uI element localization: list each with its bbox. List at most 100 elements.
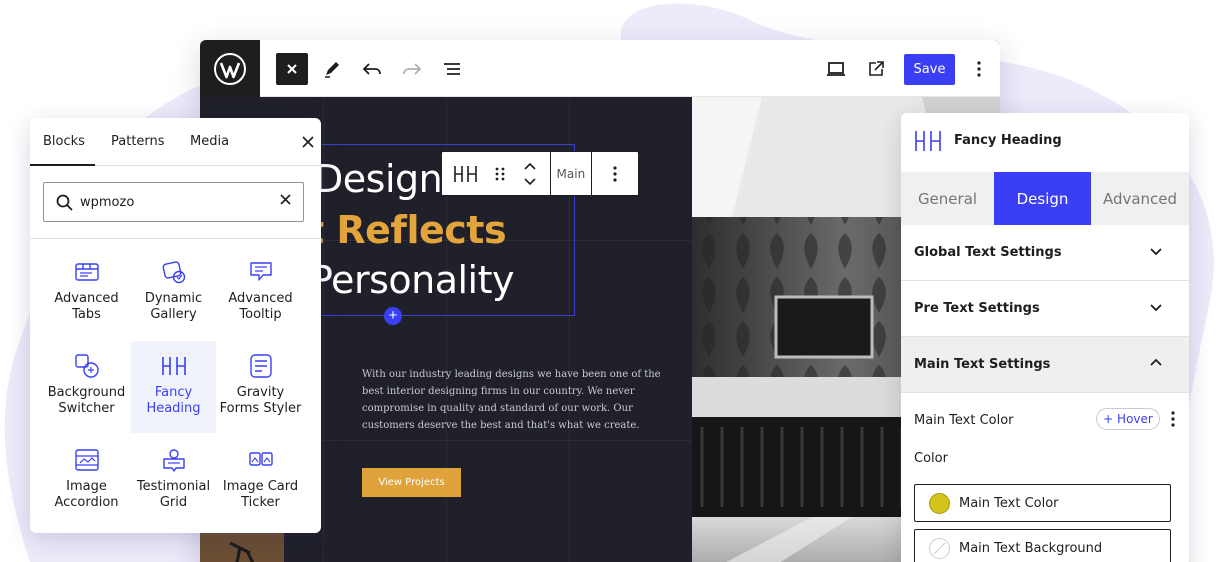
- block-advanced-tabs[interactable]: Advanced Tabs: [44, 247, 129, 339]
- block-label: Ticker: [241, 495, 280, 510]
- body-paragraph[interactable]: With our industry leading designs we hav…: [362, 366, 674, 434]
- block-background-switcher[interactable]: Background Switcher: [44, 341, 129, 433]
- block-label: Image: [66, 479, 107, 494]
- block-inspector-panel: Fancy Heading General Design Advanced Gl…: [901, 113, 1189, 562]
- chevron-down-icon: [1150, 304, 1162, 312]
- block-label: Grid: [159, 495, 188, 510]
- block-toolbar: Main: [441, 151, 639, 196]
- section-label: Pre Text Settings: [914, 301, 1040, 316]
- gravity-forms-icon: [249, 354, 272, 378]
- heading-line-3[interactable]: Personality: [310, 258, 514, 302]
- save-button[interactable]: Save: [904, 54, 955, 85]
- block-label: Heading: [146, 401, 201, 416]
- view-projects-button[interactable]: View Projects: [362, 468, 461, 497]
- color-label: Color: [914, 451, 948, 466]
- editor-top-bar: Save: [200, 40, 1000, 97]
- preview-button[interactable]: [820, 53, 852, 85]
- chevron-down-icon: [1150, 248, 1162, 256]
- tab-general[interactable]: General: [901, 172, 994, 225]
- tab-media[interactable]: Media: [190, 134, 229, 149]
- block-label: Testimonial: [136, 479, 211, 494]
- block-image-accordion[interactable]: Image Accordion: [44, 435, 129, 527]
- screenshot-stage: Save Design t Reflects Personality + Wit…: [0, 0, 1220, 562]
- block-label: Dynamic: [144, 291, 203, 306]
- inspector-block-title: Fancy Heading: [954, 133, 1062, 148]
- chair-photo: [200, 533, 284, 562]
- tab-blocks[interactable]: Blocks: [43, 134, 85, 149]
- close-inserter-button[interactable]: [302, 132, 314, 153]
- main-text-color-option[interactable]: Main Text Color: [914, 484, 1171, 522]
- more-options-icon: [613, 165, 617, 182]
- main-text-background-option[interactable]: Main Text Background: [914, 529, 1171, 562]
- block-options-button[interactable]: [592, 152, 638, 195]
- tab-advanced[interactable]: Advanced: [1091, 172, 1189, 225]
- block-testimonial-grid[interactable]: Testimonial Grid: [131, 435, 216, 527]
- add-block-button[interactable]: +: [384, 307, 402, 325]
- options-button[interactable]: [963, 53, 995, 85]
- background-switcher-icon: [74, 354, 99, 378]
- color-option-label: Main Text Background: [959, 541, 1103, 556]
- advanced-tooltip-icon: [249, 262, 272, 281]
- section-label: Main Text Settings: [914, 357, 1051, 372]
- chair-image: [200, 533, 284, 562]
- block-label: Fancy: [154, 385, 193, 400]
- section-label: Global Text Settings: [914, 245, 1062, 260]
- block-advanced-tooltip[interactable]: Advanced Tooltip: [218, 247, 303, 339]
- block-gravity-forms-styler[interactable]: Gravity Forms Styler: [218, 341, 303, 433]
- block-dynamic-gallery[interactable]: Dynamic Gallery: [131, 247, 216, 339]
- view-post-button[interactable]: [860, 53, 892, 85]
- close-icon: [302, 136, 314, 148]
- fancy-heading-icon: [915, 131, 941, 151]
- block-image-card-ticker[interactable]: Image Card Ticker: [218, 435, 303, 527]
- heading-line-2[interactable]: t Reflects: [306, 208, 507, 252]
- empty-color-swatch-icon: [929, 538, 950, 559]
- undo-button[interactable]: [356, 53, 388, 85]
- tools-button[interactable]: [316, 53, 348, 85]
- block-label: Background: [47, 385, 126, 400]
- panel-divider: [30, 238, 321, 239]
- heading-line-1[interactable]: Design: [314, 157, 443, 201]
- move-up-down-buttons[interactable]: [510, 152, 550, 195]
- fancy-heading-icon: [161, 357, 186, 375]
- list-view-button[interactable]: [436, 53, 468, 85]
- block-fancy-heading[interactable]: Fancy Heading: [131, 341, 216, 433]
- block-label: Tooltip: [239, 307, 282, 322]
- image-accordion-icon: [74, 449, 99, 471]
- wordpress-logo[interactable]: [200, 40, 260, 97]
- block-label: Tabs: [72, 307, 101, 322]
- close-icon: [287, 64, 297, 74]
- search-value: wpmozo: [80, 195, 135, 210]
- hover-toggle-button[interactable]: + Hover: [1096, 408, 1160, 430]
- wordpress-icon: [214, 52, 246, 85]
- tab-design[interactable]: Design: [994, 172, 1091, 225]
- chevron-up-icon: [1150, 358, 1162, 366]
- clear-search-button[interactable]: [280, 192, 291, 210]
- inspector-tabs: General Design Advanced: [901, 172, 1189, 225]
- image-card-ticker-icon: [248, 452, 273, 466]
- block-label: Gravity: [236, 385, 285, 400]
- section-main-text-settings[interactable]: Main Text Settings: [901, 337, 1189, 393]
- redo-button[interactable]: [396, 53, 428, 85]
- undo-icon: [362, 63, 381, 75]
- chevron-up-down-icon: [524, 162, 536, 185]
- section-pre-text-settings[interactable]: Pre Text Settings: [901, 281, 1189, 337]
- drag-handle[interactable]: [490, 152, 510, 195]
- desktop-preview-icon: [827, 62, 845, 76]
- search-icon: [56, 194, 73, 211]
- tab-patterns[interactable]: Patterns: [111, 134, 165, 149]
- block-inserter-panel: Blocks Patterns Media wpmozo Advanced Ta…: [30, 118, 321, 533]
- block-label: Forms Styler: [219, 401, 302, 416]
- block-label: Advanced: [54, 291, 119, 306]
- pencil-icon: [325, 62, 339, 78]
- block-label: Advanced: [228, 291, 293, 306]
- list-view-icon: [444, 63, 460, 75]
- text-style-selector[interactable]: Main: [551, 167, 592, 181]
- block-type-button[interactable]: [442, 152, 490, 195]
- block-search-input[interactable]: wpmozo: [43, 182, 304, 222]
- block-label: Accordion: [54, 495, 119, 510]
- color-options-button[interactable]: [1171, 411, 1175, 430]
- dynamic-gallery-icon: [162, 261, 185, 284]
- close-button[interactable]: [276, 53, 308, 85]
- section-global-text-settings[interactable]: Global Text Settings: [901, 225, 1189, 281]
- active-tab-indicator: [30, 164, 95, 166]
